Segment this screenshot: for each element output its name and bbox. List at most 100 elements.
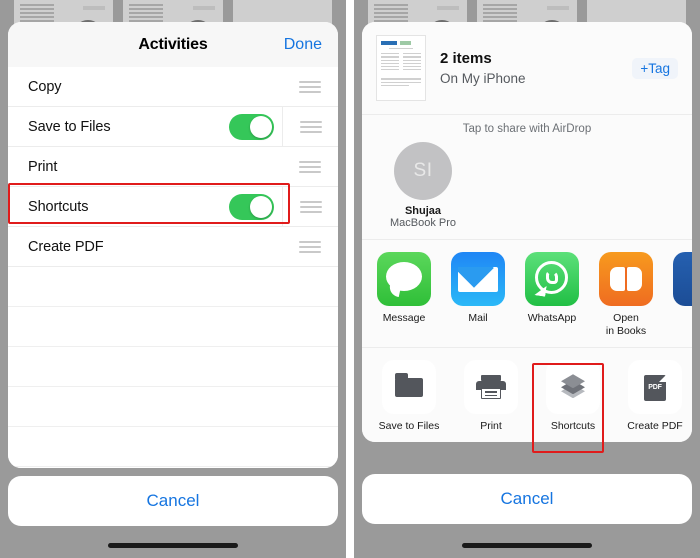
toggle-switch-save-to-files[interactable] xyxy=(229,113,274,140)
action-tile xyxy=(546,360,600,415)
activity-row-right xyxy=(229,187,338,226)
activity-label: Shortcuts xyxy=(28,198,89,215)
home-indicator xyxy=(108,543,238,548)
action-tile xyxy=(382,360,436,415)
doc-header-block xyxy=(192,6,215,10)
facebook-icon: f xyxy=(673,252,692,306)
doc-preview-logo xyxy=(381,41,397,45)
books-icon xyxy=(599,252,653,306)
action-tile xyxy=(464,360,518,415)
activity-row-print[interactable]: Print xyxy=(8,147,338,187)
activity-row-copy[interactable]: Copy xyxy=(8,67,338,107)
drag-handle-icon[interactable] xyxy=(299,80,321,93)
share-title-block: 2 items On My iPhone xyxy=(440,50,618,86)
activity-label: Save to Files xyxy=(28,118,111,135)
share-app-label: F xyxy=(672,312,692,325)
drag-handle-icon[interactable] xyxy=(299,160,321,173)
activity-row-save-to-files[interactable]: Save to Files xyxy=(8,107,338,147)
whatsapp-icon xyxy=(525,252,579,306)
activity-label: Copy xyxy=(28,78,62,95)
empty-list-row xyxy=(8,347,338,387)
activity-label: Create PDF xyxy=(28,238,104,255)
airdrop-hint: Tap to share with AirDrop xyxy=(462,123,592,135)
share-app-label: Open in Books xyxy=(605,312,647,337)
doc-header-block xyxy=(83,6,106,10)
share-app-whatsapp[interactable]: WhatsApp xyxy=(524,252,580,337)
activity-row-right xyxy=(282,147,338,186)
activity-row-right xyxy=(229,107,338,146)
action-tile: PDF xyxy=(628,360,682,415)
share-app-facebook[interactable]: f F xyxy=(672,252,692,337)
right-phone-screen: 2 items On My iPhone +Tag Tap to share w… xyxy=(354,0,700,558)
activities-list: Copy Save to Files Print Shortcuts Creat… xyxy=(8,67,338,468)
screenshot-root: Activities Done Copy Save to Files Print… xyxy=(0,0,700,558)
item-count-label: 2 items xyxy=(440,50,492,67)
share-header: 2 items On My iPhone +Tag xyxy=(362,22,692,115)
folder-icon xyxy=(395,373,423,398)
pdf-icon: PDF xyxy=(644,375,666,402)
share-action-print[interactable]: Print xyxy=(458,360,524,432)
doc-preview-header-row xyxy=(381,41,421,45)
doc-preview-line xyxy=(381,81,421,83)
doc-header-block xyxy=(546,6,569,10)
empty-list-row xyxy=(8,427,338,467)
airdrop-people-list: SI Shujaa MacBook Pro xyxy=(362,142,692,229)
doc-preview-column xyxy=(403,53,421,72)
doc-preview-line xyxy=(381,84,409,86)
drag-handle-icon[interactable] xyxy=(299,240,321,253)
doc-preview-line xyxy=(381,78,421,80)
drag-handle-cell[interactable] xyxy=(282,67,338,106)
share-app-mail[interactable]: Mail xyxy=(450,252,506,337)
left-phone-screen: Activities Done Copy Save to Files Print… xyxy=(0,0,346,558)
share-action-shortcuts[interactable]: Shortcuts xyxy=(540,360,606,432)
doc-preview-line xyxy=(389,48,413,50)
airdrop-person-name: Shujaa xyxy=(404,205,442,217)
drag-handle-icon[interactable] xyxy=(299,120,322,133)
activity-row-right xyxy=(282,67,338,106)
airdrop-person[interactable]: SI Shujaa MacBook Pro xyxy=(384,142,462,229)
activities-sheet: Activities Done Copy Save to Files Print… xyxy=(8,22,338,468)
doc-header-block xyxy=(437,6,460,10)
share-app-label: Mail xyxy=(468,312,488,324)
done-button[interactable]: Done xyxy=(284,36,322,54)
share-app-label: WhatsApp xyxy=(527,312,577,324)
message-icon xyxy=(377,252,431,306)
airdrop-person-device: MacBook Pro xyxy=(389,217,457,229)
cancel-button[interactable]: Cancel xyxy=(8,476,338,526)
activity-row-shortcuts[interactable]: Shortcuts xyxy=(8,187,338,227)
empty-list-row xyxy=(8,307,338,347)
share-app-label: Message xyxy=(382,312,426,324)
share-action-create-pdf[interactable]: PDF Create PDF xyxy=(622,360,688,432)
activity-row-right xyxy=(282,227,338,266)
empty-list-row xyxy=(8,387,338,427)
share-action-save-to-files[interactable]: Save to Files xyxy=(376,360,442,432)
add-tag-button[interactable]: +Tag xyxy=(632,57,678,79)
share-app-message[interactable]: Message xyxy=(376,252,432,337)
action-share-row: Save to Files Print Shortcuts PDF Create… xyxy=(362,348,692,443)
shortcuts-icon xyxy=(558,374,588,400)
share-action-label: Print xyxy=(480,420,502,433)
app-share-row: Message Mail WhatsApp Open in Books xyxy=(362,240,692,349)
avatar: SI xyxy=(394,142,452,200)
drag-handle-cell[interactable] xyxy=(282,187,338,226)
mail-icon xyxy=(451,252,505,306)
panel-divider xyxy=(346,0,354,558)
drag-handle-icon[interactable] xyxy=(299,200,322,213)
share-action-label: Shortcuts xyxy=(550,420,596,433)
drag-handle-cell[interactable] xyxy=(282,147,338,186)
drag-handle-cell[interactable] xyxy=(282,227,338,266)
doc-preview-badge xyxy=(400,41,411,45)
share-sheet: 2 items On My iPhone +Tag Tap to share w… xyxy=(362,22,692,443)
share-app-books[interactable]: Open in Books xyxy=(598,252,654,337)
activity-row-create-pdf[interactable]: Create PDF xyxy=(8,227,338,267)
activities-header: Activities Done xyxy=(8,22,338,67)
cancel-button[interactable]: Cancel xyxy=(362,474,692,524)
document-preview-thumbnail[interactable] xyxy=(376,35,426,101)
share-action-label: Save to Files xyxy=(378,420,440,433)
doc-preview-column xyxy=(381,53,399,72)
toggle-knob xyxy=(250,195,272,218)
home-indicator xyxy=(462,543,592,548)
toggle-switch-shortcuts[interactable] xyxy=(229,193,274,220)
drag-handle-cell[interactable] xyxy=(282,107,338,146)
toggle-knob xyxy=(250,115,272,138)
